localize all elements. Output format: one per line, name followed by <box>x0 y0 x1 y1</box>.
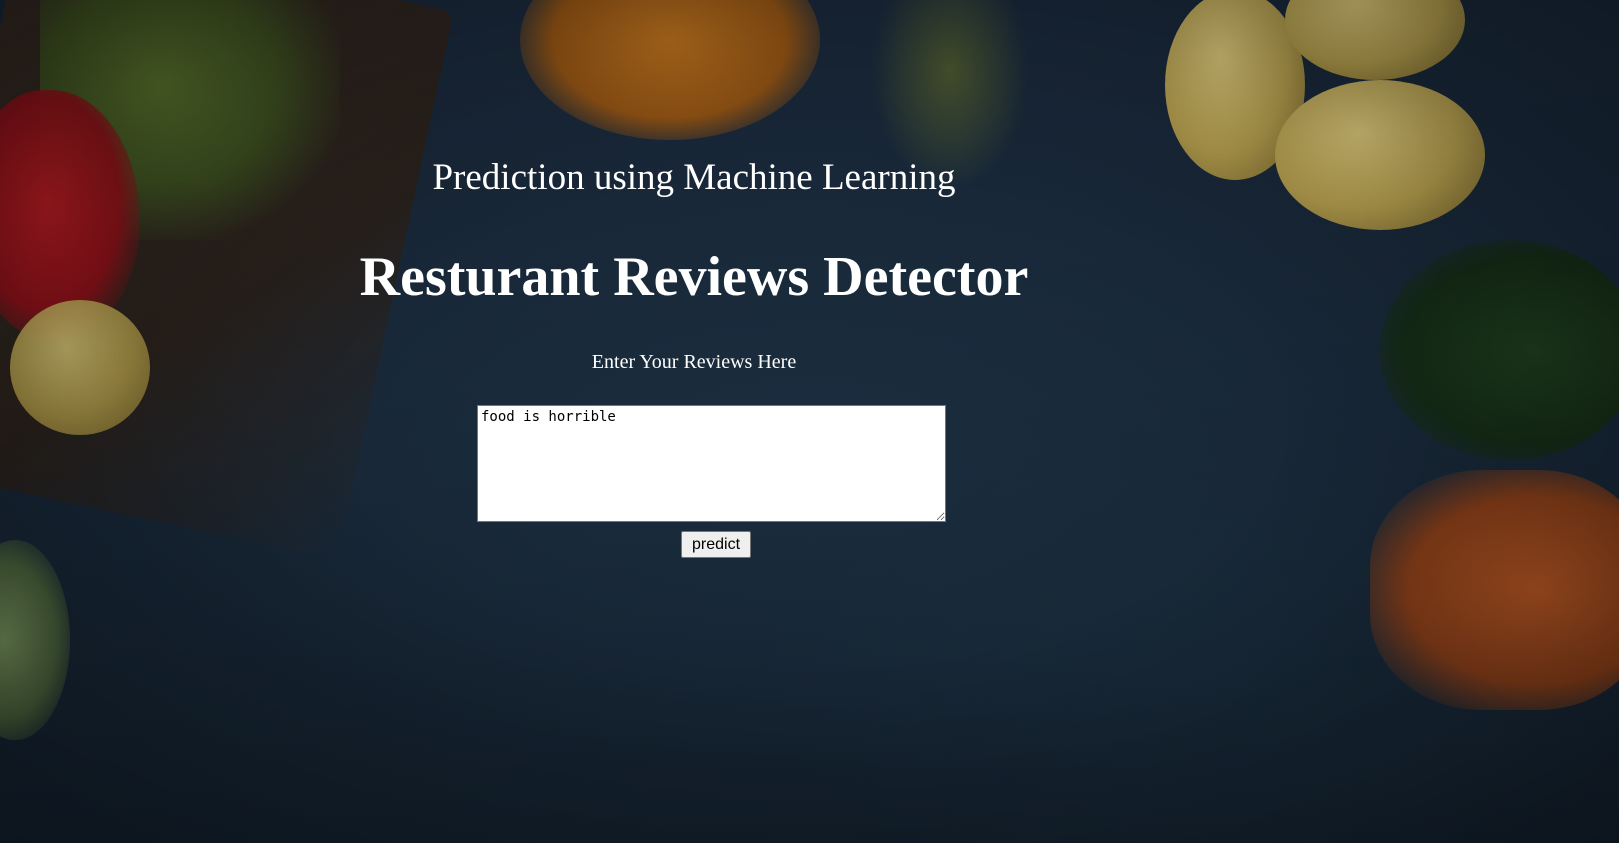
review-textarea[interactable]: food is horrible <box>477 405 946 522</box>
review-label: Enter Your Reviews Here <box>591 351 797 373</box>
page-title: Resturant Reviews Detector <box>359 246 1029 308</box>
predict-button[interactable]: predict <box>681 531 751 558</box>
page-subtitle: Prediction using Machine Learning <box>432 157 956 198</box>
